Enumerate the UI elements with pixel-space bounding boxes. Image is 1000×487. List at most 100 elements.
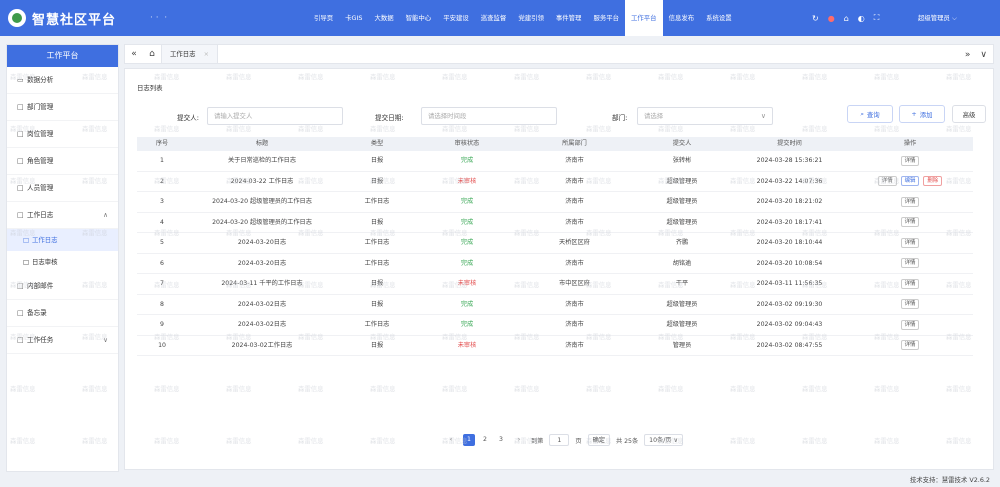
main-panel: 日志列表 提交人: 提交日期: 部门: ∨ ⌕ 查询 + 添加 高级 序号 标题 类… (124, 68, 994, 470)
sidebar-item-label: 数据分析 (27, 75, 54, 84)
top-nav-item[interactable]: 事件管理 (550, 0, 588, 36)
fullscreen-icon[interactable]: ⛶ (874, 13, 880, 23)
submitter-field[interactable] (208, 108, 342, 124)
top-nav-item[interactable]: 党建引领 (512, 0, 550, 36)
page-number[interactable]: 1 (463, 434, 475, 446)
add-button[interactable]: + 添加 (899, 105, 945, 123)
row-actions: 详情 (847, 295, 973, 315)
cell-no: 4 (160, 218, 164, 226)
sidebar-item[interactable]: □ 工作任务 ∨ (7, 327, 118, 354)
sidebar-header: 工作平台 (7, 45, 118, 67)
lock-icon[interactable]: ⌂ (844, 14, 849, 23)
top-nav-item[interactable]: 平安建设 (437, 0, 475, 36)
detail-button[interactable]: 详情 (900, 196, 920, 207)
plus-icon: + (911, 110, 917, 118)
sidebar-item-label: 备忘录 (27, 308, 47, 317)
sidebar-item[interactable]: □ 角色管理 (7, 148, 118, 175)
logo[interactable]: 智慧社区平台 (0, 9, 150, 28)
sidebar-item-label: 部门管理 (27, 102, 54, 111)
detail-button[interactable]: 详情 (877, 176, 897, 187)
refresh-icon[interactable]: ↻ (812, 14, 819, 23)
chevron-down-icon: ∨ (103, 336, 108, 344)
cell-submitter: 超级管理员 (666, 177, 698, 185)
detail-button[interactable]: 详情 (900, 237, 920, 248)
detail-button[interactable]: 详情 (900, 217, 920, 228)
folder-icon: □ (17, 210, 24, 219)
sidebar-item[interactable]: □ 岗位管理 (7, 121, 118, 148)
page-number[interactable]: 3 (495, 434, 507, 446)
cell-status: 完成 (460, 239, 474, 246)
cell-type: 日报 (370, 341, 384, 349)
sidebar-item[interactable]: □ 部门管理 (7, 94, 118, 121)
close-icon[interactable]: × (204, 44, 209, 64)
goto-confirm-button[interactable]: 确定 (587, 434, 610, 446)
detail-button[interactable]: 详情 (900, 299, 920, 310)
row-actions: 详情 (847, 192, 973, 212)
cell-title: 2024-03-02工作日志 (231, 341, 293, 349)
sidebar-item-label: 人员管理 (27, 183, 54, 192)
sidebar-subitem[interactable]: □ 工作日志 (7, 229, 118, 251)
sidebar-item[interactable]: □ 工作日志 ∧ (7, 202, 118, 229)
top-nav-item[interactable]: 智能中心 (400, 0, 438, 36)
prev-page-icon[interactable]: ‹ (445, 434, 457, 446)
top-nav-item[interactable]: 卡GIS (339, 0, 368, 36)
top-nav-item[interactable]: 引导页 (308, 0, 339, 36)
top-nav-item[interactable]: 系统设置 (700, 0, 738, 36)
user-menu[interactable]: 超级管理员 ⌵ (918, 0, 957, 36)
table-row: 7 2024-03-11 千平的工作日志 日报 未审核 市中区区府 干平 2024-03-1… (137, 274, 973, 295)
cell-submitter: 齐鹏 (675, 239, 689, 246)
date-range-field[interactable] (422, 108, 556, 124)
sidebar-item-label: 角色管理 (27, 156, 54, 165)
sidebar-item[interactable]: □ 备忘录 (7, 300, 118, 327)
chevron-down-icon[interactable]: ∨ (980, 50, 987, 60)
cell-no: 9 (160, 321, 164, 328)
top-nav-item[interactable]: 信息发布 (663, 0, 701, 36)
page-number[interactable]: 2 (479, 434, 491, 446)
detail-button[interactable]: 详情 (900, 258, 920, 269)
detail-button[interactable]: 详情 (900, 319, 920, 330)
notification-icon[interactable]: ● (828, 14, 835, 23)
page-size-select[interactable]: 10条/页 ∨ (644, 434, 683, 446)
tab-label: 工作日志 (170, 50, 196, 58)
cell-type: 工作日志 (364, 321, 390, 328)
date-range-input[interactable] (421, 107, 557, 125)
cell-type: 日报 (370, 157, 384, 164)
panel-title: 日志列表 (137, 84, 163, 92)
detail-button[interactable]: 详情 (900, 340, 920, 351)
dept-select-field[interactable] (638, 108, 772, 124)
cell-ops: 详情 (847, 151, 973, 171)
next-page-icon[interactable]: › (513, 434, 525, 446)
sidebar-item-label: 工作任务 (27, 335, 54, 344)
table-row: 6 2024-03-20日志 工作日志 完成 济南市 胡铭逾 2024-03-20 10:0… (137, 254, 973, 274)
column-header[interactable]: 序号 (137, 137, 187, 151)
row-actions: 详情 (847, 336, 973, 356)
cell-submitter: 管理员 (672, 341, 692, 349)
sidebar-item[interactable]: ▭ 数据分析 (7, 67, 118, 94)
theme-icon[interactable]: ◐ (858, 14, 865, 23)
top-nav-item[interactable]: 巡查监督 (475, 0, 513, 36)
table-header: 序号 标题 类型 审核状态 所属部门 提交人 提交时间 操作 (137, 137, 973, 151)
cell-type: 日报 (370, 300, 384, 308)
delete-button[interactable]: 删除 (923, 176, 943, 187)
top-nav-item[interactable]: 工作平台 (625, 0, 663, 36)
dept-select[interactable]: ∨ (637, 107, 773, 125)
edit-button[interactable]: 编辑 (900, 176, 920, 187)
cell-time: 2024-03-02 09:04:43 (756, 321, 823, 328)
cell-type: 日报 (370, 218, 384, 226)
sidebar-item[interactable]: □ 人员管理 (7, 175, 118, 202)
tab-work-log[interactable]: 工作日志 × (161, 44, 218, 64)
submitter-input[interactable] (207, 107, 343, 125)
scroll-right-icon[interactable]: » (965, 50, 971, 60)
home-icon[interactable]: ⌂ (143, 49, 161, 59)
advanced-button[interactable]: 高级 (952, 105, 986, 123)
collapse-sidebar-icon[interactable]: « (125, 49, 143, 59)
top-nav-item[interactable]: 大数据 (368, 0, 399, 36)
goto-page-input[interactable]: 1 (549, 434, 570, 446)
sidebar-item[interactable]: □ 内部邮件 (7, 273, 118, 300)
sidebar-subitem[interactable]: □ 日志审核 (7, 251, 118, 273)
detail-button[interactable]: 详情 (900, 278, 920, 289)
top-nav-item[interactable]: 服务平台 (587, 0, 625, 36)
top-nav: 引导页 卡GIS 大数据 智能中心 平安建设 巡查监督 党建引领 事件管理 服务平台 工作平台 信息… (308, 0, 738, 36)
detail-button[interactable]: 详情 (900, 155, 920, 166)
search-button[interactable]: ⌕ 查询 (847, 105, 893, 123)
